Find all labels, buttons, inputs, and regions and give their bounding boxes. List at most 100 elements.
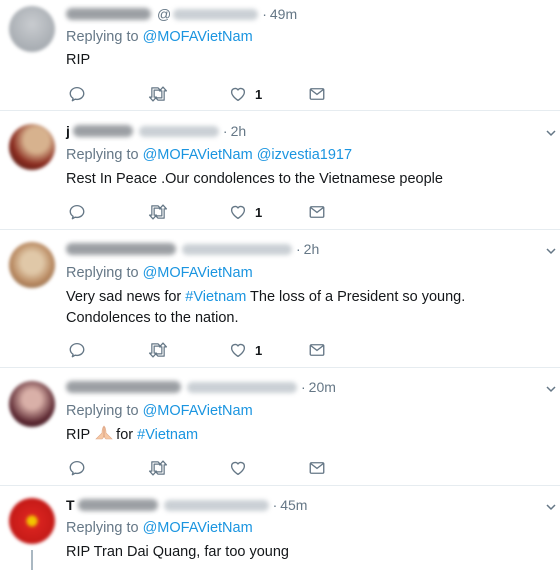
tweet[interactable]: T · 45m Replying to @MOFAVietNam RIP Tra… xyxy=(0,486,560,570)
like-icon xyxy=(230,343,246,358)
like-button[interactable]: 1 xyxy=(229,202,262,222)
mention-link[interactable]: @izvestia1917 xyxy=(257,147,352,163)
like-count: 1 xyxy=(255,204,263,220)
mention-link[interactable]: @MOFAVietNam xyxy=(143,29,253,45)
replying-to-label: Replying to xyxy=(66,403,139,419)
avatar[interactable] xyxy=(9,6,55,52)
avatar[interactable] xyxy=(9,242,55,288)
tweet-text-part: for xyxy=(116,427,138,443)
reply-icon xyxy=(69,460,85,476)
tweet-header: T · 45m xyxy=(66,495,307,515)
dm-icon xyxy=(309,88,325,100)
tweet-time[interactable]: 49m xyxy=(270,6,297,22)
replying-to: Replying to @MOFAVietNam xyxy=(66,520,253,536)
retweet-icon xyxy=(148,86,168,102)
user-handle-blurred[interactable] xyxy=(182,243,292,255)
separator-dot: · xyxy=(262,6,267,22)
avatar[interactable] xyxy=(9,498,55,544)
reply-icon xyxy=(69,86,85,102)
replying-to-label: Replying to xyxy=(66,520,139,536)
chevron-down-icon[interactable] xyxy=(546,384,556,394)
thread-line xyxy=(31,550,33,570)
separator-dot: · xyxy=(301,379,306,395)
separator-dot: · xyxy=(296,241,301,257)
dm-button[interactable] xyxy=(308,84,326,104)
like-icon xyxy=(230,87,246,102)
user-name-blurred xyxy=(77,499,158,511)
replying-to: Replying to @MOFAVietNam @izvestia1917 xyxy=(66,147,352,163)
chevron-down-icon[interactable] xyxy=(546,128,556,138)
tweet-text: Very sad news for #Vietnam The loss of a… xyxy=(66,287,551,329)
tweet-header: · 20m xyxy=(66,377,336,397)
tweet[interactable]: · 2h Replying to @MOFAVietNam Very sad n… xyxy=(0,230,560,368)
tweet-time[interactable]: 20m xyxy=(309,379,336,395)
tweet[interactable]: @ · 49m Replying to @MOFAVietNam RIP 1 xyxy=(0,0,560,111)
tweet-text: RIP xyxy=(66,50,551,71)
like-button[interactable]: 1 xyxy=(229,340,262,360)
tweet-header: · 2h xyxy=(66,239,319,259)
user-name-blurred[interactable] xyxy=(66,381,181,393)
mention-link[interactable]: @MOFAVietNam xyxy=(143,520,253,536)
replying-to-label: Replying to xyxy=(66,29,139,45)
reply-button[interactable] xyxy=(68,458,86,478)
retweet-icon xyxy=(148,342,168,358)
retweet-button[interactable] xyxy=(148,458,168,478)
tweet-text-part: RIP xyxy=(66,427,91,443)
dm-button[interactable] xyxy=(308,458,326,478)
tweet-feed: @ · 49m Replying to @MOFAVietNam RIP 1 j… xyxy=(0,0,560,570)
like-count: 1 xyxy=(255,86,263,102)
avatar[interactable] xyxy=(9,381,55,427)
chevron-down-icon[interactable] xyxy=(546,246,556,256)
user-name-blurred[interactable] xyxy=(66,243,176,255)
retweet-button[interactable] xyxy=(148,84,168,104)
tweet-time[interactable]: 2h xyxy=(231,123,247,139)
user-handle-blurred xyxy=(173,8,259,20)
retweet-icon xyxy=(148,204,168,220)
dm-icon xyxy=(309,462,325,474)
reply-button[interactable] xyxy=(68,202,86,222)
user-name-blurred[interactable] xyxy=(66,8,151,20)
mention-link[interactable]: @MOFAVietNam xyxy=(143,147,253,163)
user-handle-blurred[interactable] xyxy=(163,499,269,511)
dm-button[interactable] xyxy=(308,202,326,222)
user-handle[interactable]: @ xyxy=(157,6,171,22)
mention-link[interactable]: @MOFAVietNam xyxy=(143,265,253,281)
chevron-down-icon[interactable] xyxy=(546,502,556,512)
user-name[interactable]: j xyxy=(66,123,70,139)
user-name-blurred xyxy=(72,125,133,137)
tweet-text: Rest In Peace .Our condolences to the Vi… xyxy=(66,169,551,190)
reply-icon xyxy=(69,342,85,358)
retweet-button[interactable] xyxy=(148,340,168,360)
dm-button[interactable] xyxy=(308,340,326,360)
dm-icon xyxy=(309,206,325,218)
dm-icon xyxy=(309,344,325,356)
replying-to-label: Replying to xyxy=(66,147,139,163)
tweet-text-part: Rest In Peace .Our condolences to the Vi… xyxy=(66,171,443,187)
reply-button[interactable] xyxy=(68,340,86,360)
retweet-icon xyxy=(148,460,168,476)
replying-to-label: Replying to xyxy=(66,265,139,281)
reply-icon xyxy=(69,204,85,220)
tweet-text: RIP for #Vietnam xyxy=(66,425,551,446)
like-button[interactable] xyxy=(229,458,247,478)
hashtag-link[interactable]: #Vietnam xyxy=(185,289,246,305)
replying-to: Replying to @MOFAVietNam xyxy=(66,403,253,419)
tweet-time[interactable]: 45m xyxy=(280,497,307,513)
avatar[interactable] xyxy=(9,124,55,170)
hashtag-link[interactable]: #Vietnam xyxy=(137,427,198,443)
user-handle-blurred[interactable] xyxy=(138,125,219,137)
like-count: 1 xyxy=(255,342,263,358)
separator-dot: · xyxy=(222,123,228,139)
like-button[interactable]: 1 xyxy=(229,84,262,104)
user-name[interactable]: T xyxy=(66,497,75,513)
reply-button[interactable] xyxy=(68,84,86,104)
tweet[interactable]: · 20m Replying to @MOFAVietNam RIP for #V… xyxy=(0,368,560,486)
retweet-button[interactable] xyxy=(148,202,168,222)
tweet[interactable]: j · 2h Replying to @MOFAVietNam @izvesti… xyxy=(0,111,560,230)
tweet-time[interactable]: 2h xyxy=(304,241,320,257)
tweet-header: @ · 49m xyxy=(66,4,297,24)
separator-dot: · xyxy=(272,497,278,513)
mention-link[interactable]: @MOFAVietNam xyxy=(143,403,253,419)
user-handle-blurred[interactable] xyxy=(187,381,297,393)
replying-to: Replying to @MOFAVietNam xyxy=(66,265,253,281)
